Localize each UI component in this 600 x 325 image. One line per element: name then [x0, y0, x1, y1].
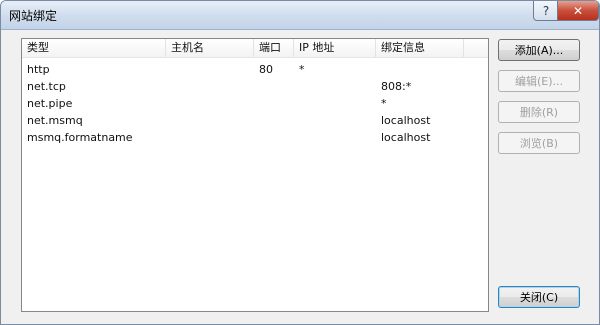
- cell-port: 80: [259, 63, 273, 76]
- browse-button[interactable]: 浏览(B): [498, 132, 580, 154]
- column-header-port[interactable]: 端口: [254, 39, 294, 57]
- cell-ip: *: [299, 63, 305, 76]
- cell-type: net.tcp: [27, 80, 66, 93]
- cell-host: [166, 129, 254, 146]
- table-row[interactable]: msmq.formatname localhost: [22, 129, 488, 146]
- close-button[interactable]: 关闭(C): [498, 286, 580, 308]
- cell-binding: localhost: [381, 114, 431, 127]
- bindings-list[interactable]: 类型 主机名 端口 IP 地址 绑定信息 http 80 * net.tcp 8…: [21, 38, 489, 312]
- column-header-host[interactable]: 主机名: [166, 39, 254, 57]
- cell-port: [254, 129, 294, 146]
- dialog-body: 类型 主机名 端口 IP 地址 绑定信息 http 80 * net.tcp 8…: [7, 30, 593, 318]
- cell-host: [166, 112, 254, 129]
- table-row[interactable]: net.msmq localhost: [22, 112, 488, 129]
- table-row[interactable]: net.pipe *: [22, 95, 488, 112]
- cell-host: [166, 95, 254, 112]
- cell-host: [166, 61, 254, 78]
- cell-type: net.pipe: [27, 97, 73, 110]
- edit-button[interactable]: 编辑(E)...: [498, 70, 580, 92]
- table-row[interactable]: http 80 *: [22, 61, 488, 78]
- cell-type: net.msmq: [27, 114, 83, 127]
- table-row[interactable]: net.tcp 808:*: [22, 78, 488, 95]
- add-button[interactable]: 添加(A)...: [498, 39, 580, 61]
- cell-type: msmq.formatname: [27, 131, 133, 144]
- title-bar[interactable]: 网站绑定 ? ✕: [1, 1, 599, 30]
- cell-ip: [294, 129, 376, 146]
- cell-ip: [294, 95, 376, 112]
- remove-button[interactable]: 删除(R): [498, 101, 580, 123]
- cell-ip: [294, 112, 376, 129]
- window-title: 网站绑定: [9, 9, 58, 23]
- cell-binding: localhost: [381, 131, 431, 144]
- list-header: 类型 主机名 端口 IP 地址 绑定信息: [22, 39, 488, 58]
- cell-binding: 808:*: [381, 80, 412, 93]
- cell-ip: [294, 78, 376, 95]
- cell-port: [254, 95, 294, 112]
- site-bindings-dialog: 网站绑定 ? ✕ 类型 主机名 端口 IP 地址 绑定信息 http 80 *: [0, 0, 600, 325]
- cell-port: [254, 78, 294, 95]
- cell-type: http: [27, 63, 50, 76]
- column-header-ip[interactable]: IP 地址: [294, 39, 376, 57]
- close-icon: ✕: [572, 3, 584, 18]
- cell-binding: [376, 61, 464, 78]
- column-header-binding[interactable]: 绑定信息: [376, 39, 464, 57]
- close-window-button[interactable]: ✕: [557, 1, 599, 21]
- column-header-type[interactable]: 类型: [22, 39, 166, 57]
- help-icon: ?: [542, 3, 550, 18]
- cell-binding: *: [381, 97, 387, 110]
- help-button[interactable]: ?: [533, 1, 559, 21]
- cell-host: [166, 78, 254, 95]
- cell-port: [254, 112, 294, 129]
